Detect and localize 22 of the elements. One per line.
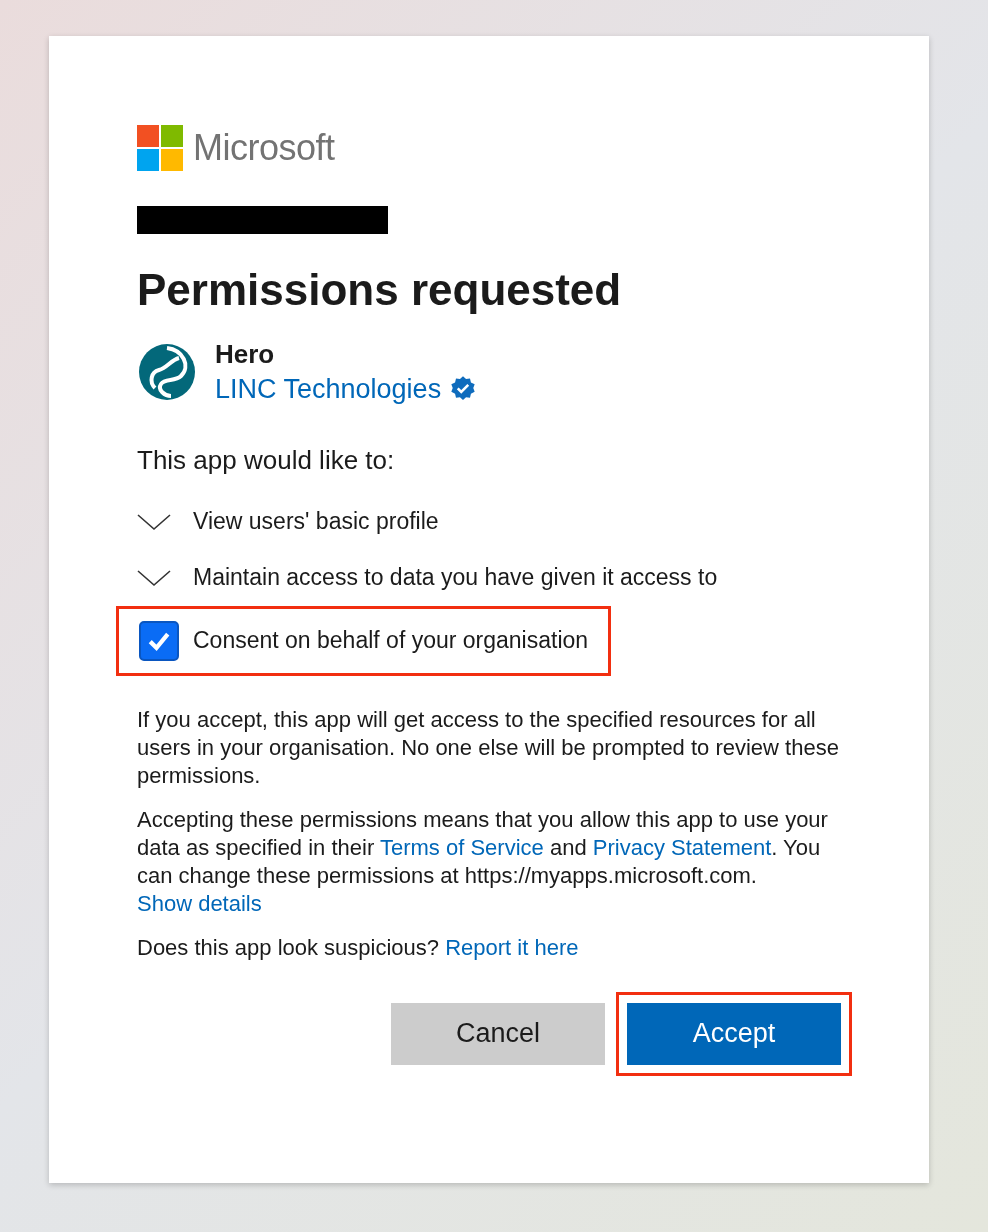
chevron-icon[interactable] xyxy=(137,568,171,587)
paragraph: If you accept, this app will get access to the specified resources for all users in your organisation. No one else will be prompted to review these permissions. xyxy=(137,705,840,790)
chevron-icon[interactable] xyxy=(137,512,171,531)
four-squares-logo-icon xyxy=(137,125,183,171)
text-link[interactable]: Report it here xyxy=(445,934,579,960)
paragraph: Does this app look suspicious? Report it here xyxy=(137,933,580,962)
cancel-button[interactable]: Cancel xyxy=(391,1002,605,1065)
checkbox-label[interactable]: Consent on behalf of your organisation xyxy=(193,627,589,655)
paragraph: Accepting these permissions means that you allow this app to use your data as specified in their Terms of Service and Privacy Statement. You can change these permissions at https://myapps.microsoft.com. Show details xyxy=(137,805,829,918)
swirl-logo-icon xyxy=(137,341,197,402)
text-link[interactable]: Terms of Service xyxy=(380,834,544,860)
text-link[interactable]: Show details xyxy=(137,890,262,916)
text-link[interactable]: Privacy Statement xyxy=(592,834,772,860)
app-name: Hero xyxy=(215,338,276,370)
permission-label[interactable]: View users' basic profile xyxy=(193,508,439,536)
publisher-link[interactable]: LINC Technologies xyxy=(215,373,442,405)
dialog-title: Permissions requested xyxy=(137,264,623,316)
brand-name: Microsoft xyxy=(193,127,335,169)
accept-button[interactable]: Accept xyxy=(627,1002,841,1065)
permission-label[interactable]: Maintain access to data you have given it access to xyxy=(193,564,718,592)
checkbox[interactable] xyxy=(139,620,179,661)
intro-text: This app would like to: xyxy=(137,444,396,476)
